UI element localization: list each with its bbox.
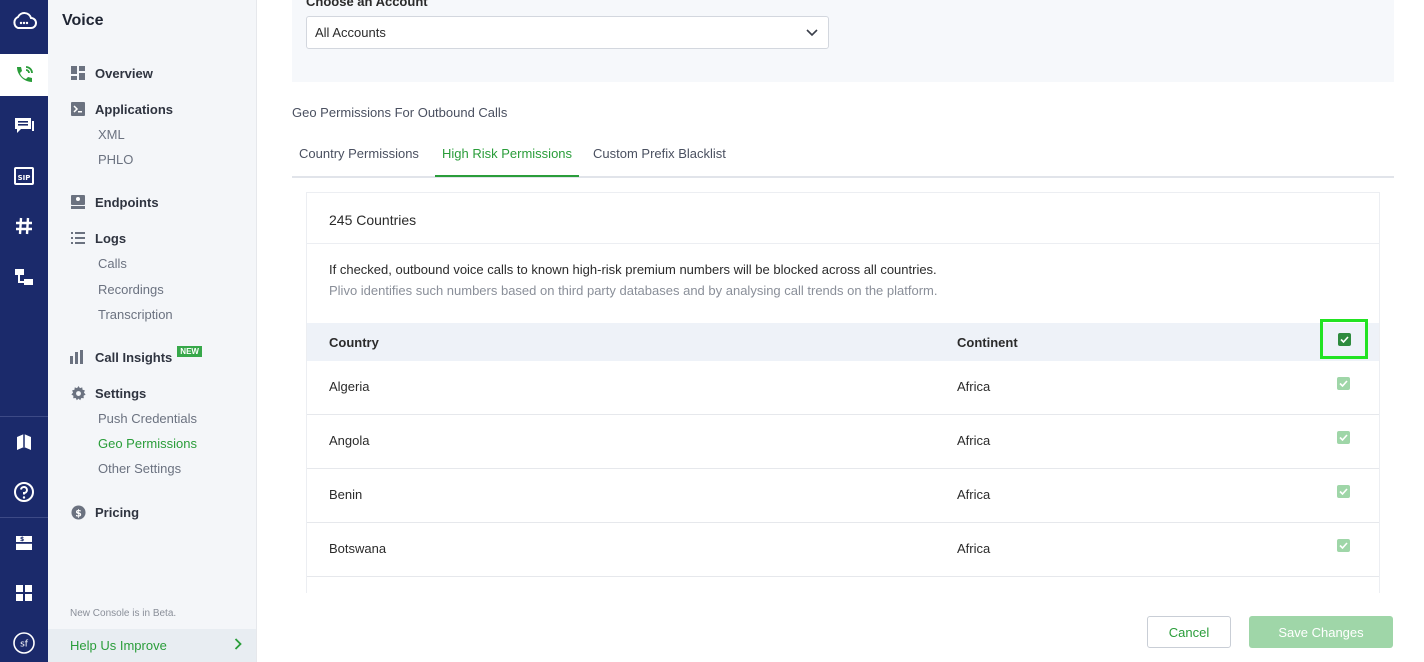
user-avatar-icon[interactable]: sf <box>0 622 48 662</box>
help-us-improve-link[interactable]: Help Us Improve <box>48 629 256 662</box>
sidebar-subitem-other-settings[interactable]: Other Settings <box>98 461 181 476</box>
row-checkbox[interactable] <box>1337 377 1350 390</box>
app-icon-rail: SIP $ sf <box>0 0 48 662</box>
sidebar-subitem-geo-permissions[interactable]: Geo Permissions <box>98 436 197 451</box>
row-checkbox[interactable] <box>1337 485 1350 498</box>
rail-divider <box>0 416 48 417</box>
cloud-logo-icon[interactable] <box>0 0 48 42</box>
sip-icon[interactable]: SIP <box>0 155 48 197</box>
terminal-icon <box>70 101 86 117</box>
country-cell: Algeria <box>329 379 370 394</box>
voice-sidebar: Voice Overview Applications XML PHLO End… <box>48 0 257 662</box>
help-label: Help Us Improve <box>70 638 167 653</box>
sidebar-item-label: Endpoints <box>95 194 159 210</box>
continent-cell: Africa <box>957 379 991 394</box>
table-header: Country Continent <box>307 319 1379 361</box>
table-row: Botswana Africa <box>307 523 1379 577</box>
docs-book-icon[interactable] <box>0 421 48 463</box>
sidebar-item-endpoints[interactable]: Endpoints <box>70 194 159 210</box>
sidebar-item-logs[interactable]: Logs <box>70 230 126 246</box>
sidebar-item-call-insights[interactable]: Call Insights NEW <box>70 345 202 365</box>
sidebar-item-label: Overview <box>95 65 153 81</box>
dollar-icon: $ <box>70 504 86 520</box>
account-select[interactable]: All Accounts <box>306 16 829 49</box>
continent-cell: Africa <box>957 541 991 556</box>
sidebar-item-label: Pricing <box>95 504 140 520</box>
action-footer: Cancel Save Changes <box>257 593 1424 662</box>
account-panel: Choose an Account All Accounts <box>292 0 1394 82</box>
chevron-down-icon <box>806 25 818 40</box>
sidebar-item-label: Call Insights <box>95 349 173 365</box>
section-title: Geo Permissions For Outbound Calls <box>292 105 508 120</box>
country-cell: Angola <box>329 433 370 448</box>
numbers-hash-icon[interactable] <box>0 205 48 247</box>
beta-note: New Console is in Beta. <box>70 608 177 619</box>
sidebar-subitem-xml[interactable]: XML <box>98 127 125 142</box>
sidebar-item-applications[interactable]: Applications <box>70 101 173 117</box>
country-cell: Benin <box>329 487 363 502</box>
sidebar-subitem-recordings[interactable]: Recordings <box>98 282 164 297</box>
flow-icon[interactable] <box>0 256 48 298</box>
continent-cell: Africa <box>957 433 991 448</box>
billing-icon[interactable]: $ <box>0 522 48 564</box>
table-row: Algeria Africa <box>307 361 1379 415</box>
tab-country-permissions[interactable]: Country Permissions <box>299 146 419 161</box>
continent-cell: Africa <box>957 487 991 502</box>
new-badge: NEW <box>177 345 202 357</box>
endpoint-icon <box>70 194 86 210</box>
svg-text:$: $ <box>20 536 24 543</box>
sidebar-subitem-calls[interactable]: Calls <box>98 256 127 271</box>
svg-text:$: $ <box>75 508 82 519</box>
messaging-icon[interactable] <box>0 104 48 146</box>
high-risk-card: 245 Countries If checked, outbound voice… <box>306 192 1380 612</box>
bar-chart-icon <box>70 349 86 365</box>
chevron-right-icon <box>234 638 242 653</box>
account-selected-value: All Accounts <box>315 25 386 40</box>
svg-text:sf: sf <box>20 640 29 650</box>
permission-tabs: Country Permissions High Risk Permission… <box>292 138 1394 178</box>
sidebar-item-label: Settings <box>95 385 147 401</box>
sidebar-subitem-transcription[interactable]: Transcription <box>98 307 173 322</box>
sidebar-subitem-push-credentials[interactable]: Push Credentials <box>98 411 197 426</box>
country-cell: Botswana <box>329 541 387 556</box>
high-risk-subnote: Plivo identifies such numbers based on t… <box>329 283 938 298</box>
sidebar-item-label: Applications <box>95 101 174 117</box>
account-label: Choose an Account <box>306 0 428 9</box>
high-risk-note: If checked, outbound voice calls to know… <box>329 262 937 277</box>
active-tab-indicator <box>435 175 579 177</box>
row-checkbox[interactable] <box>1337 431 1350 444</box>
table-row: Angola Africa <box>307 415 1379 469</box>
tab-high-risk-permissions[interactable]: High Risk Permissions <box>442 146 572 161</box>
select-all-checkbox[interactable] <box>1337 332 1351 346</box>
voice-phone-icon[interactable] <box>0 54 48 96</box>
sidebar-title: Voice <box>62 12 104 29</box>
column-header-country: Country <box>329 335 379 350</box>
column-header-continent: Continent <box>957 335 1018 350</box>
help-question-icon[interactable] <box>0 471 48 513</box>
tab-custom-prefix-blacklist[interactable]: Custom Prefix Blacklist <box>593 146 726 161</box>
sidebar-item-label: Logs <box>95 230 127 246</box>
row-checkbox[interactable] <box>1337 539 1350 552</box>
country-count: 245 Countries <box>329 212 417 228</box>
sidebar-item-overview[interactable]: Overview <box>70 65 153 81</box>
svg-text:SIP: SIP <box>18 174 31 182</box>
sidebar-item-pricing[interactable]: $ Pricing <box>70 504 139 520</box>
table-row: Benin Africa <box>307 469 1379 523</box>
sidebar-item-settings[interactable]: Settings <box>70 385 146 401</box>
sidebar-subitem-phlo[interactable]: PHLO <box>98 152 133 167</box>
select-all-highlight <box>1320 319 1368 359</box>
save-changes-button[interactable]: Save Changes <box>1249 616 1393 648</box>
cancel-button[interactable]: Cancel <box>1147 616 1231 648</box>
list-icon <box>70 230 86 246</box>
dashboard-icon <box>70 65 86 81</box>
apps-grid-icon[interactable] <box>0 572 48 614</box>
gear-icon <box>70 385 86 401</box>
rail-divider <box>0 517 48 518</box>
divider <box>307 243 1379 244</box>
